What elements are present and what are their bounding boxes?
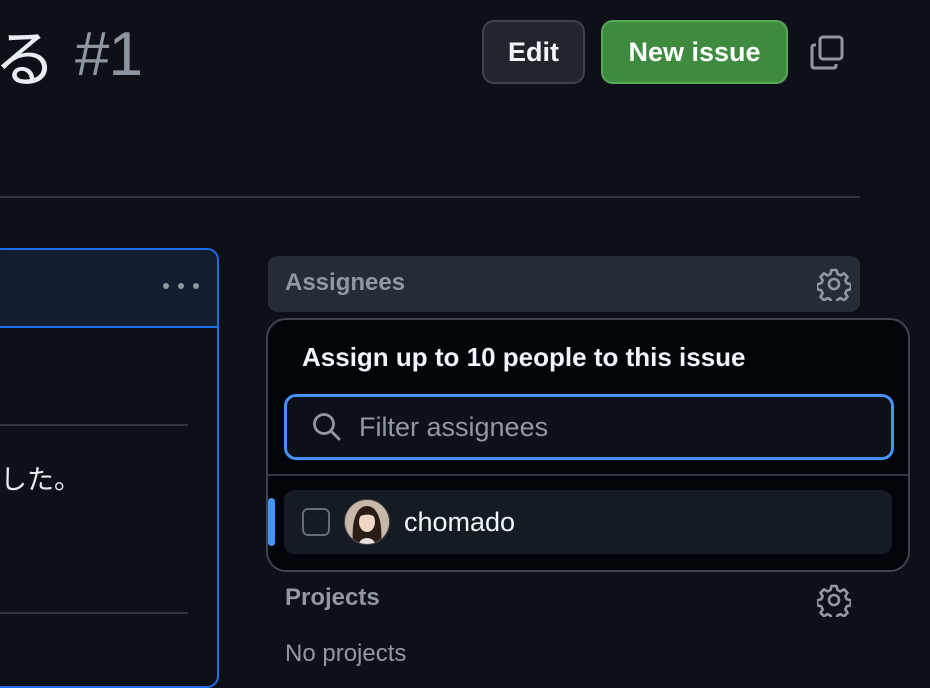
- assignees-label: Assignees: [285, 269, 406, 296]
- dropdown-divider: [268, 474, 908, 476]
- gear-icon[interactable]: [815, 583, 853, 621]
- issue-title-text: る: [0, 23, 56, 96]
- assignees-header[interactable]: Assignees: [268, 256, 860, 312]
- filter-assignees-input[interactable]: [357, 410, 891, 444]
- filter-search-box[interactable]: [284, 394, 894, 460]
- dropdown-title: Assign up to 10 people to this issue: [302, 342, 746, 372]
- assignee-option-chomado[interactable]: chomado: [268, 490, 892, 554]
- comment-header: [0, 250, 217, 328]
- new-issue-button[interactable]: New issue: [601, 20, 788, 84]
- search-icon: [313, 413, 341, 441]
- copy-icon[interactable]: [808, 33, 848, 73]
- issue-title: る #1: [0, 14, 143, 97]
- gear-icon[interactable]: [815, 267, 853, 305]
- kebab-menu-icon[interactable]: [163, 278, 199, 294]
- active-indicator: [268, 498, 275, 546]
- assignee-checkbox[interactable]: [302, 508, 330, 536]
- comment-divider: [0, 612, 188, 614]
- issue-number: #1: [75, 19, 143, 89]
- assignee-dropdown: Assign up to 10 people to this issue cho…: [266, 318, 910, 572]
- avatar-image: [344, 499, 390, 545]
- comment-body-text: した。: [0, 465, 81, 496]
- edit-button[interactable]: Edit: [482, 20, 585, 84]
- header-divider: [0, 196, 860, 198]
- no-projects-text: No projects: [285, 640, 407, 667]
- comment-divider: [0, 424, 188, 426]
- assignee-username: chomado: [404, 506, 516, 537]
- projects-label: Projects: [285, 584, 380, 611]
